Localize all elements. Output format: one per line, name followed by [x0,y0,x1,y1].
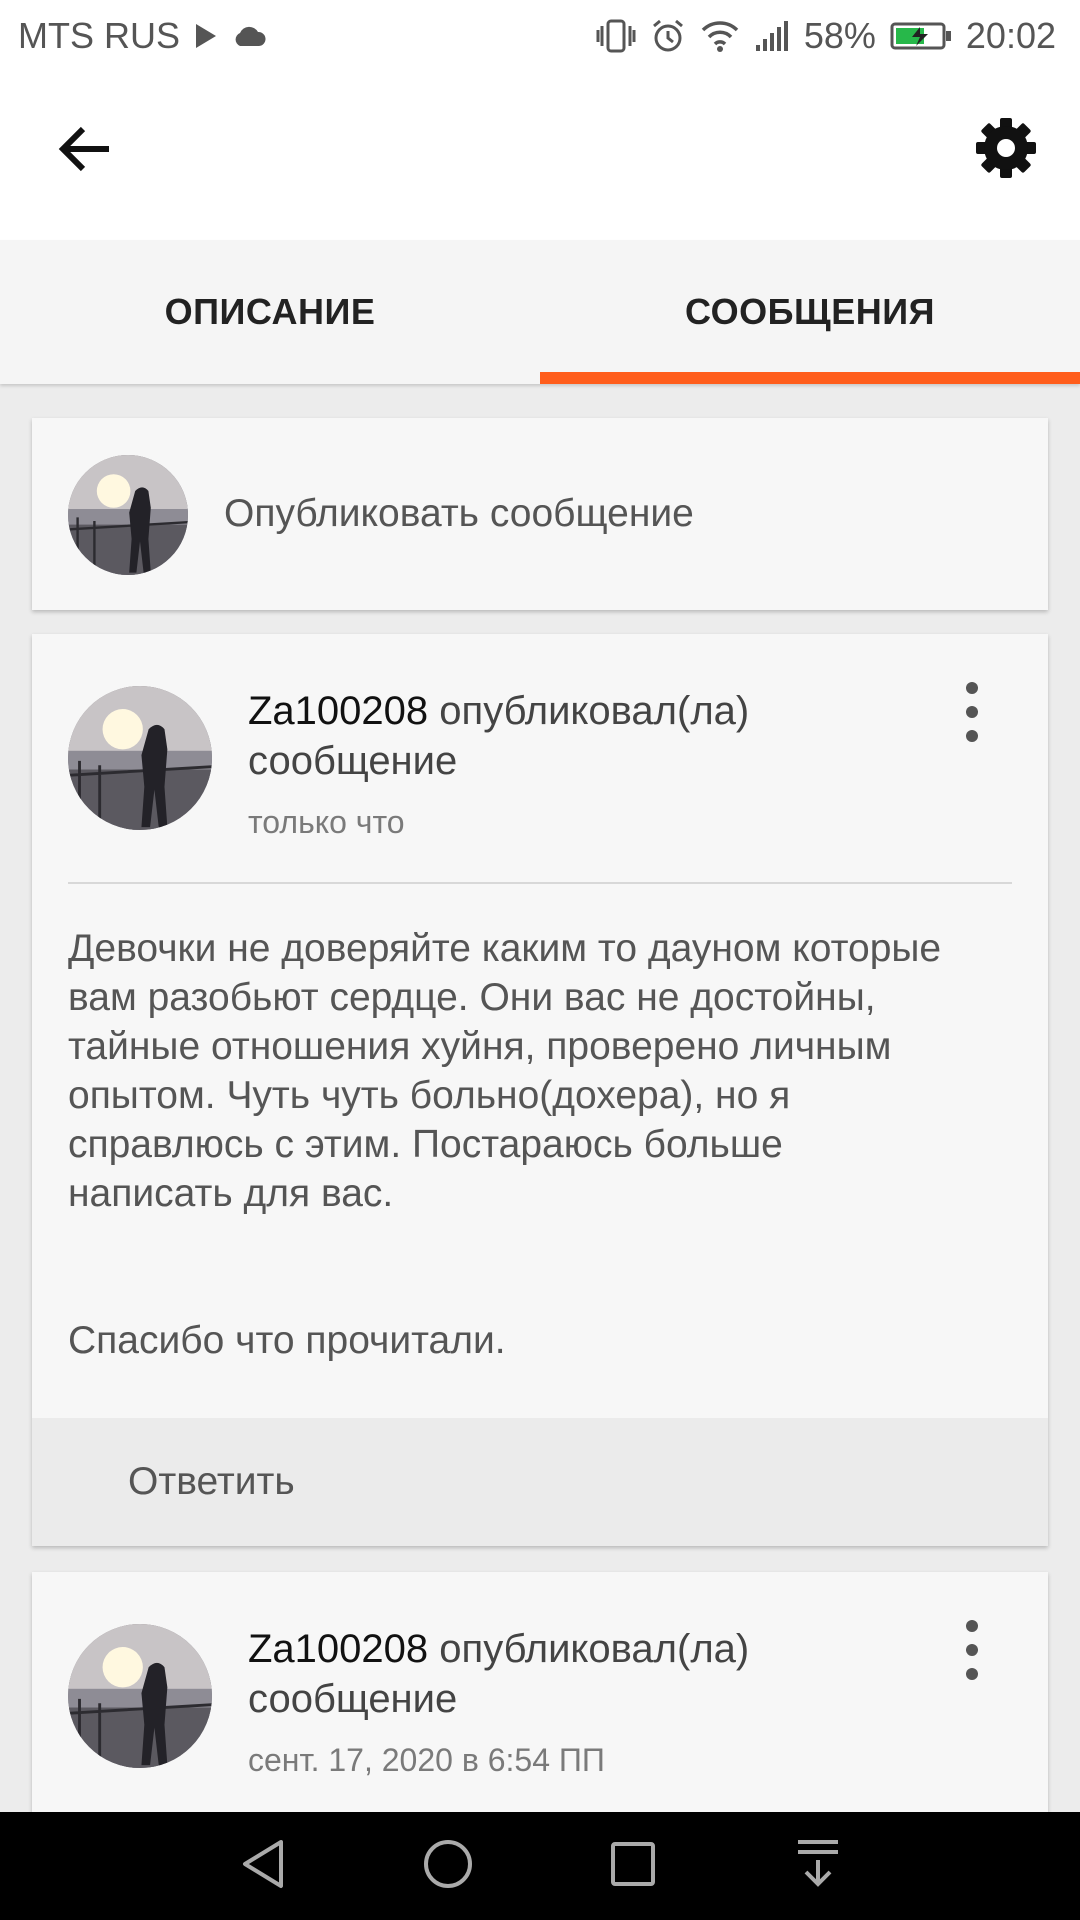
more-vert-icon [966,682,978,694]
tab-bar: ОПИСАНИЕ СООБЩЕНИЯ [0,240,1080,384]
username[interactable]: Za100208 [248,689,428,733]
avatar [68,455,188,575]
avatar[interactable] [68,686,212,830]
post-header: Za100208 опубликовал(ла) сообщение [248,1624,948,1724]
battery-percent: 58% [803,15,876,56]
nav-recents-button[interactable] [603,1836,663,1896]
nav-notifications-button[interactable] [788,1836,848,1896]
status-bar: MTS RUS 58% 20:02 [0,0,1080,72]
wifi-icon [700,19,740,53]
status-left: MTS RUS [18,15,266,57]
more-vert-icon [966,1620,978,1632]
more-options-button[interactable] [952,1620,992,1680]
tab-description[interactable]: ОПИСАНИЕ [0,240,540,384]
message-card: Za100208 опубликовал(ла) сообщение тольк… [32,634,1048,1546]
tab-messages[interactable]: СООБЩЕНИЯ [540,240,1080,384]
compose-placeholder[interactable]: Опубликовать сообщение [224,418,694,610]
compose-card[interactable]: Опубликовать сообщение [32,418,1048,610]
post-time: сент. 17, 2020 в 6:54 ПП [248,1742,605,1778]
recents-square-icon [609,1840,657,1893]
more-options-button[interactable] [952,682,992,742]
divider [68,882,1012,884]
back-button[interactable] [50,116,120,186]
status-right: 58% 20:02 [596,15,1056,57]
post-time: только что [248,804,405,840]
cloud-icon [232,24,266,48]
clock: 20:02 [965,15,1056,56]
battery-icon [890,21,952,51]
nav-back-button[interactable] [233,1836,293,1896]
avatar[interactable] [68,1624,212,1768]
nav-home-button[interactable] [418,1836,478,1896]
carrier-name: MTS RUS [18,15,180,56]
reply-button[interactable]: Ответить [32,1418,1048,1546]
app-bar [0,72,1080,240]
settings-button[interactable] [968,112,1044,188]
home-circle-icon [422,1838,474,1895]
post-header: Za100208 опубликовал(ла) сообщение [248,686,948,786]
post-body: Девочки не доверяйте каким то дауном кот… [68,927,942,1362]
signal-icon [754,19,790,53]
username[interactable]: Za100208 [248,1627,428,1671]
vibrate-icon [596,18,636,54]
play-icon [194,22,218,50]
notifications-pull-icon [794,1838,842,1895]
arrow-left-icon [57,124,113,179]
alarm-icon [650,18,686,54]
system-nav-bar [0,1812,1080,1920]
back-triangle-icon [239,1838,287,1895]
gear-icon [974,116,1038,185]
